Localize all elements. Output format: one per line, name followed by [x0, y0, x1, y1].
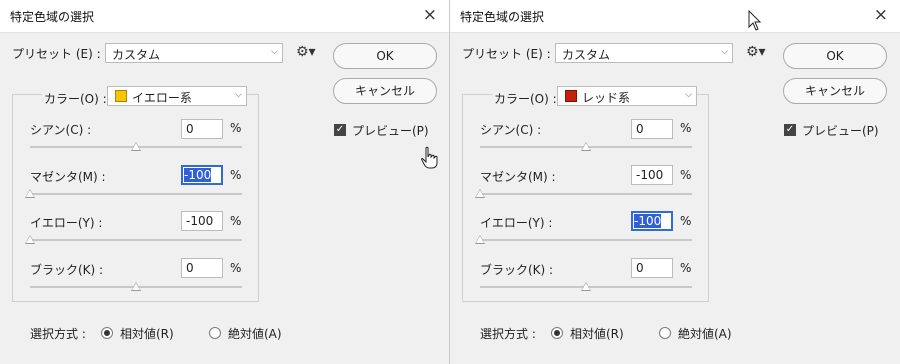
cyan-label: シアン(C) :: [30, 123, 92, 137]
absolute-radio[interactable]: [659, 327, 671, 339]
absolute-label: 絶対値(A): [678, 327, 732, 341]
selective-color-dialog-left: 特定色域の選択 × プリセット (E) : カスタム ⌵ ⚙▾ OK キャンセル…: [0, 0, 450, 364]
ok-button[interactable]: OK: [783, 43, 887, 69]
absolute-label: 絶対値(A): [228, 327, 282, 341]
magenta-input[interactable]: -100: [181, 165, 223, 185]
preview-checkbox[interactable]: ✓: [784, 124, 796, 136]
cyan-slider-thumb[interactable]: [131, 142, 141, 151]
close-icon[interactable]: ×: [874, 5, 888, 25]
magenta-slider-thumb[interactable]: [25, 189, 35, 198]
yellow-input[interactable]: -100: [631, 211, 673, 231]
black-slider-thumb[interactable]: [131, 282, 141, 291]
cyan-label: シアン(C) :: [480, 123, 542, 137]
black-slider-thumb[interactable]: [581, 282, 591, 291]
hand-cursor-icon: [421, 146, 438, 169]
cyan-input[interactable]: 0: [631, 119, 673, 139]
preset-select[interactable]: カスタム ⌵: [555, 43, 733, 63]
yellow-input[interactable]: -100: [181, 211, 223, 231]
chevron-down-icon: ⌵: [685, 90, 692, 100]
magenta-slider-thumb[interactable]: [475, 189, 485, 198]
color-swatch: [115, 90, 127, 102]
absolute-radio[interactable]: [209, 327, 221, 339]
preview-label: プレビュー(P): [802, 124, 879, 138]
percent-unit: %: [680, 121, 692, 135]
method-label: 選択方式 :: [480, 327, 536, 341]
preset-label: プリセット (E) :: [462, 47, 551, 61]
percent-unit: %: [680, 168, 692, 182]
yellow-slider-thumb[interactable]: [25, 235, 35, 244]
close-icon[interactable]: ×: [423, 5, 437, 25]
percent-unit: %: [230, 261, 242, 275]
preview-checkbox[interactable]: ✓: [334, 124, 346, 136]
preset-label: プリセット (E) :: [12, 47, 101, 61]
yellow-slider-track[interactable]: [480, 239, 692, 241]
yellow-slider-track[interactable]: [30, 239, 242, 241]
preset-value: カスタム: [562, 48, 611, 62]
black-label: ブラック(K) :: [480, 263, 554, 277]
percent-unit: %: [230, 214, 242, 228]
title-bar[interactable]: 特定色域の選択 ×: [450, 0, 900, 33]
relative-label: 相対値(R): [570, 327, 624, 341]
gear-icon[interactable]: ⚙▾: [746, 44, 766, 60]
dialog-title: 特定色域の選択: [460, 10, 545, 24]
percent-unit: %: [230, 168, 242, 182]
magenta-slider-track[interactable]: [480, 193, 692, 195]
cyan-slider-thumb[interactable]: [581, 142, 591, 151]
yellow-slider-thumb[interactable]: [475, 235, 485, 244]
magenta-input[interactable]: -100: [631, 165, 673, 185]
cancel-button[interactable]: キャンセル: [783, 78, 887, 104]
magenta-label: マゼンタ(M) :: [30, 170, 106, 184]
colors-label: カラー(O) :: [492, 90, 559, 107]
cancel-button[interactable]: キャンセル: [333, 78, 437, 104]
colors-label: カラー(O) :: [42, 90, 109, 107]
chevron-down-icon: ⌵: [721, 47, 728, 57]
relative-radio[interactable]: [101, 327, 113, 339]
black-input[interactable]: 0: [631, 258, 673, 278]
yellow-label: イエロー(Y) :: [30, 216, 103, 230]
relative-radio[interactable]: [551, 327, 563, 339]
colors-value: イエロー系: [132, 91, 192, 105]
black-label: ブラック(K) :: [30, 263, 104, 277]
title-bar[interactable]: 特定色域の選択 ×: [0, 0, 449, 33]
yellow-label: イエロー(Y) :: [480, 216, 553, 230]
black-input[interactable]: 0: [181, 258, 223, 278]
preset-select[interactable]: カスタム ⌵: [105, 43, 283, 63]
cyan-input[interactable]: 0: [181, 119, 223, 139]
colors-select[interactable]: レッド系 ⌵: [557, 86, 697, 106]
preview-label: プレビュー(P): [352, 124, 429, 138]
magenta-slider-track[interactable]: [30, 193, 242, 195]
relative-label: 相対値(R): [120, 327, 174, 341]
ok-button[interactable]: OK: [333, 43, 437, 69]
percent-unit: %: [680, 261, 692, 275]
selective-color-dialog-right: 特定色域の選択 × プリセット (E) : カスタム ⌵ ⚙▾ OK キャンセル…: [450, 0, 900, 364]
dialog-title: 特定色域の選択: [10, 10, 95, 24]
percent-unit: %: [230, 121, 242, 135]
percent-unit: %: [680, 214, 692, 228]
chevron-down-icon: ⌵: [271, 47, 278, 57]
gear-icon[interactable]: ⚙▾: [296, 44, 316, 60]
method-label: 選択方式 :: [30, 327, 86, 341]
colors-value: レッド系: [582, 91, 631, 105]
colors-select[interactable]: イエロー系 ⌵: [107, 86, 247, 106]
color-swatch: [565, 90, 577, 102]
arrow-cursor-icon: [748, 10, 762, 31]
preset-value: カスタム: [112, 48, 161, 62]
magenta-label: マゼンタ(M) :: [480, 170, 556, 184]
chevron-down-icon: ⌵: [235, 90, 242, 100]
